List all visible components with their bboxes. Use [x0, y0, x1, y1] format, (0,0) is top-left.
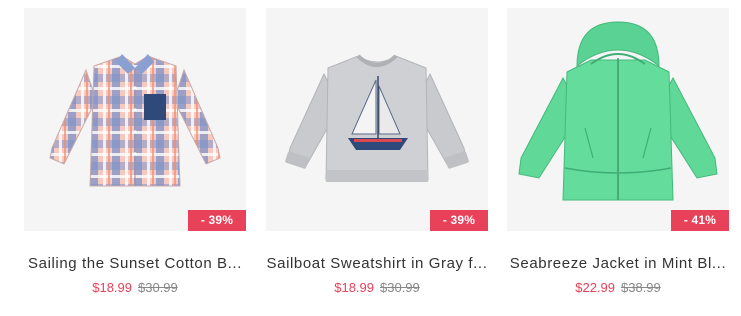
- sailboat-sweatshirt-image: [285, 54, 469, 182]
- original-price: $30.99: [380, 280, 420, 295]
- sale-price: $22.99: [575, 280, 615, 295]
- sale-price: $18.99: [92, 280, 132, 295]
- discount-badge: - 41%: [671, 210, 729, 231]
- product-card[interactable]: - 39% Sailing the Sunset Cotton B... $18…: [24, 8, 246, 295]
- sale-price: $18.99: [334, 280, 374, 295]
- discount-badge: - 39%: [430, 210, 488, 231]
- discount-badge: - 39%: [188, 210, 246, 231]
- product-name[interactable]: Sailboat Sweatshirt in Gray f...: [266, 255, 488, 272]
- product-card[interactable]: - 39% Sailboat Sweatshirt in Gray f... $…: [266, 8, 488, 295]
- price-row: $18.99 $30.99: [24, 280, 246, 295]
- mint-jacket-image: [518, 21, 718, 201]
- product-name[interactable]: Sailing the Sunset Cotton B...: [24, 255, 246, 272]
- product-card[interactable]: - 41% Seabreeze Jacket in Mint Bl... $22…: [507, 8, 729, 295]
- price-row: $18.99 $30.99: [266, 280, 488, 295]
- product-grid: - 39% Sailing the Sunset Cotton B... $18…: [0, 0, 741, 316]
- product-image[interactable]: - 39%: [24, 8, 246, 231]
- product-image[interactable]: - 39%: [266, 8, 488, 231]
- product-name[interactable]: Seabreeze Jacket in Mint Bl...: [507, 255, 729, 272]
- original-price: $38.99: [621, 280, 661, 295]
- original-price: $30.99: [138, 280, 178, 295]
- price-row: $22.99 $38.99: [507, 280, 729, 295]
- product-image[interactable]: - 41%: [507, 8, 729, 231]
- plaid-shirt-image: [49, 54, 221, 187]
